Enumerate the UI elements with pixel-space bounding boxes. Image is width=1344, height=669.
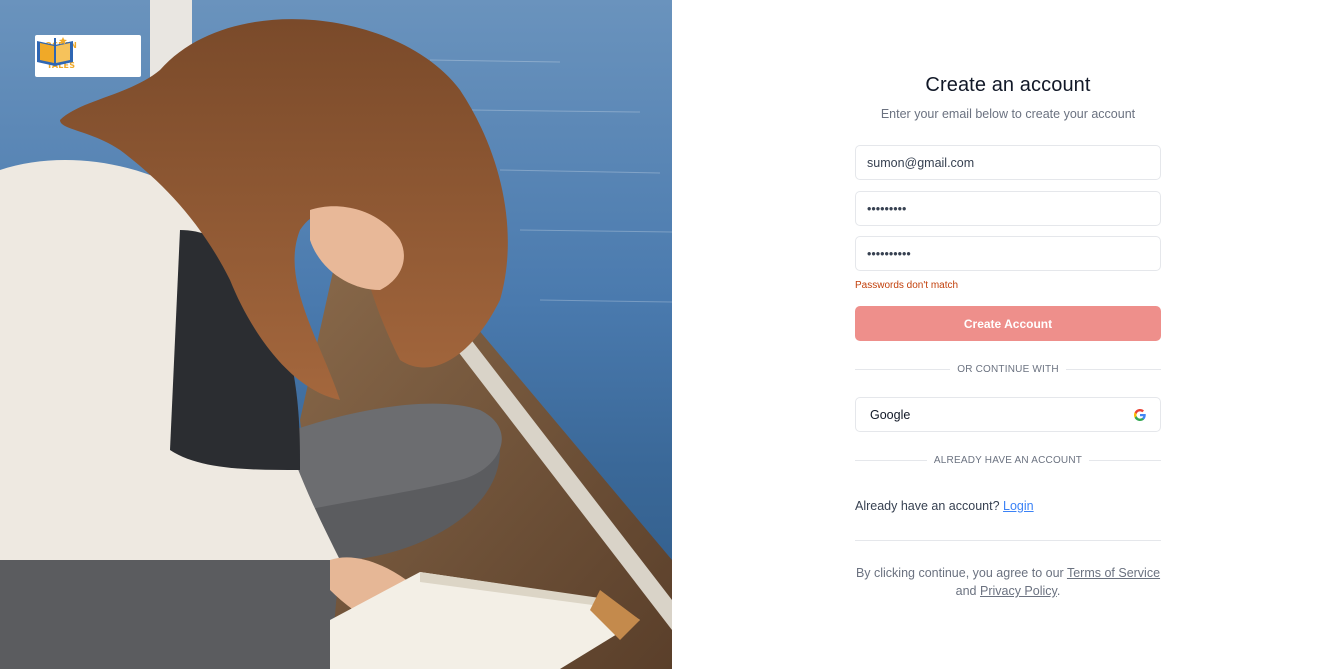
divider-line <box>1089 459 1162 461</box>
password-field[interactable]: ••••••••• <box>855 191 1161 226</box>
google-button-label: Google <box>870 407 911 422</box>
divider-line <box>855 459 927 461</box>
terms-notice: By clicking continue, you agree to our T… <box>855 564 1161 600</box>
privacy-policy-link[interactable]: Privacy Policy <box>980 584 1057 598</box>
terms-prefix: By clicking continue, you agree to our <box>855 566 1064 580</box>
divider-line <box>1065 368 1161 370</box>
password-input[interactable]: ••••••••• <box>867 202 906 216</box>
hero-illustration <box>0 0 672 669</box>
divider-label: ALREADY HAVE AN ACCOUNT <box>933 454 1083 466</box>
account-divider: ALREADY HAVE AN ACCOUNT <box>855 453 1162 467</box>
page-subtitle: Enter your email below to create your ac… <box>880 107 1136 121</box>
confirm-password-input[interactable]: •••••••••• <box>867 247 911 261</box>
login-prompt-text: Already have an account? <box>855 499 1000 513</box>
terms-suffix: . <box>1056 584 1061 598</box>
divider-line <box>855 368 951 370</box>
continue-divider: OR CONTINUE WITH <box>855 362 1161 376</box>
signup-panel: Create an account Enter your email below… <box>672 0 1344 669</box>
email-input[interactable] <box>867 155 1149 170</box>
confirm-password-field[interactable]: •••••••••• <box>855 236 1161 271</box>
create-account-button[interactable]: Create Account <box>855 306 1161 341</box>
page-title: Create an account <box>925 74 1091 96</box>
terms-of-service-link[interactable]: Terms of Service <box>1067 566 1160 580</box>
divider-label: OR CONTINUE WITH <box>957 363 1059 375</box>
password-error-message: Passwords don't match <box>855 280 959 291</box>
separator <box>855 540 1161 541</box>
hero-image: OCEAN OF TALES <box>0 0 672 669</box>
login-prompt: Already have an account? Login <box>855 499 1034 513</box>
google-button[interactable]: Google <box>855 397 1161 432</box>
brand-logo[interactable]: OCEAN OF TALES <box>35 35 141 77</box>
book-icon <box>37 37 73 66</box>
email-field[interactable] <box>855 145 1161 180</box>
login-link[interactable]: Login <box>1003 499 1034 513</box>
google-icon <box>1134 408 1146 421</box>
signup-form: Create an account Enter your email below… <box>855 74 1162 598</box>
terms-and: and <box>955 584 977 598</box>
